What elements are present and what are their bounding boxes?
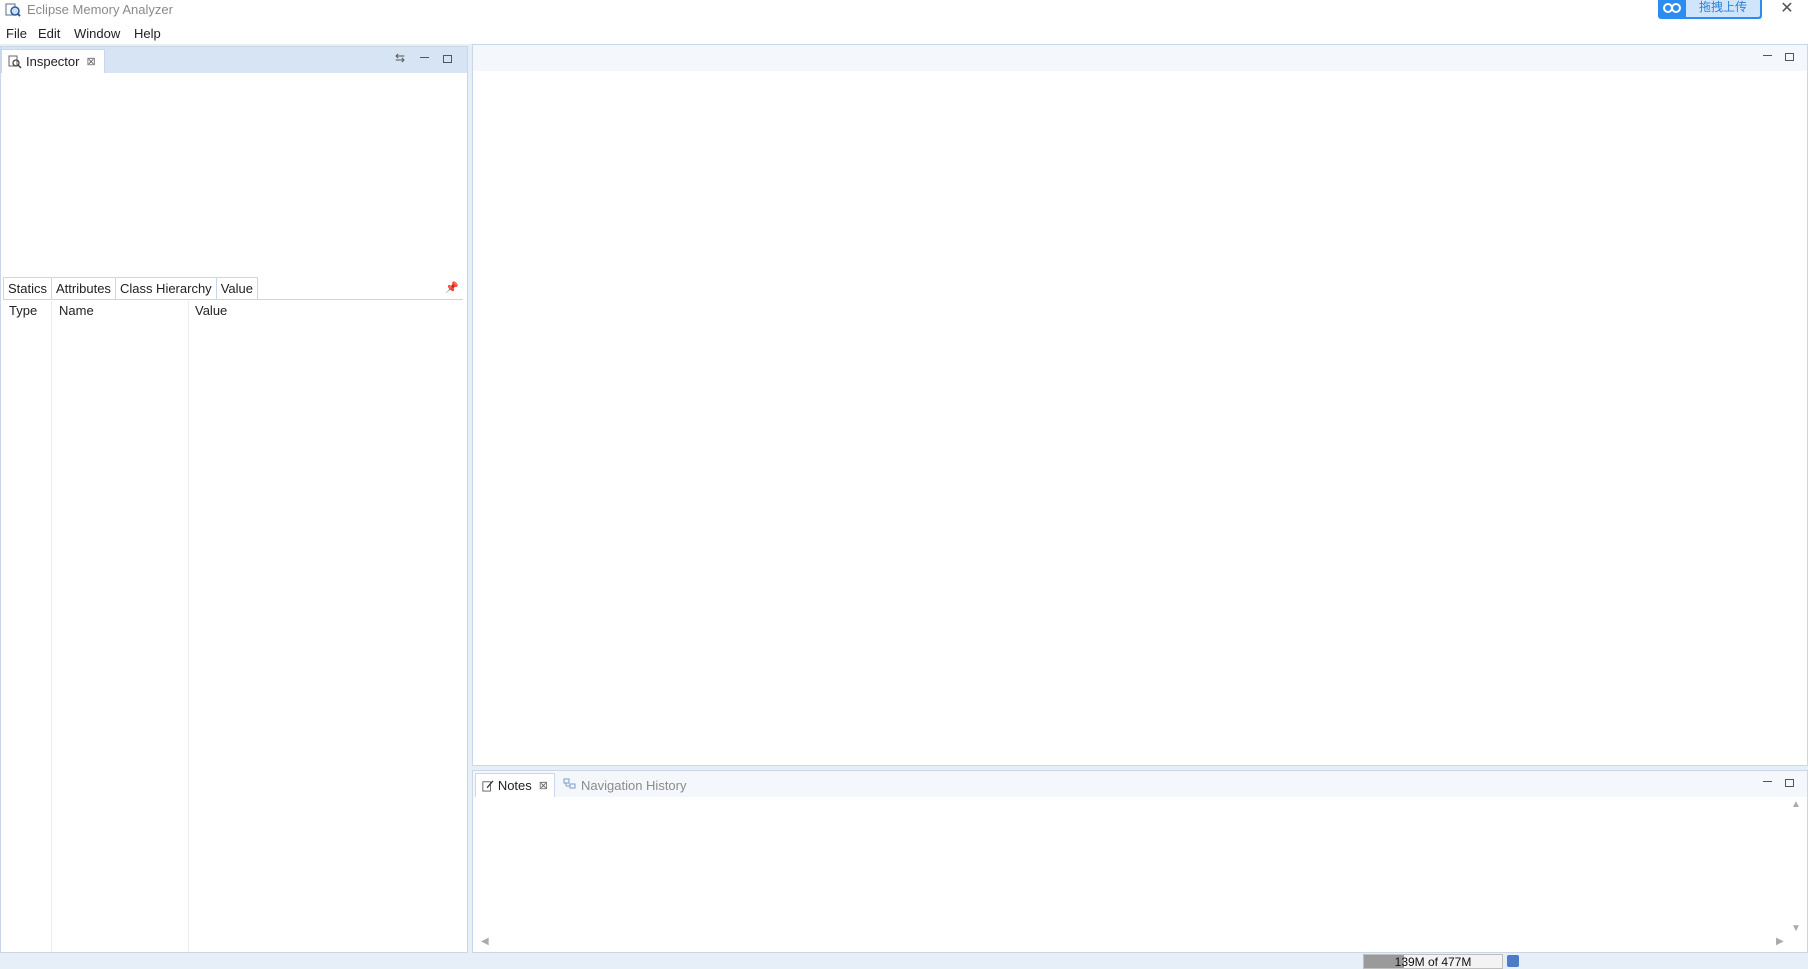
notes-tabbar: Notes ⊠ Navigation History — [473, 771, 1807, 797]
column-value[interactable]: Value — [195, 303, 227, 318]
statics-table-header: Type Name Value — [3, 299, 463, 320]
subtab-value[interactable]: Value — [215, 277, 258, 300]
close-window-button[interactable]: ✕ — [1776, 0, 1798, 20]
cloud-logo-icon — [1658, 0, 1686, 19]
minimize-icon[interactable] — [1763, 781, 1772, 782]
window-title: Eclipse Memory Analyzer — [27, 2, 173, 17]
tab-notes[interactable]: Notes ⊠ — [475, 773, 555, 797]
editor-tabbar — [473, 45, 1807, 71]
menu-help[interactable]: Help — [134, 26, 161, 41]
column-divider — [51, 301, 52, 952]
minimize-icon[interactable] — [420, 57, 429, 58]
editor-area — [472, 44, 1808, 766]
scroll-right-icon[interactable]: ▶ — [1776, 936, 1784, 947]
inspector-subtabs: Statics Attributes Class Hierarchy Value — [3, 277, 258, 300]
menu-edit[interactable]: Edit — [38, 26, 60, 41]
notes-icon — [482, 780, 494, 791]
maximize-icon[interactable] — [443, 55, 452, 63]
title-bar: Eclipse Memory Analyzer 拖拽上传 ✕ — [0, 0, 1808, 22]
column-type[interactable]: Type — [9, 303, 37, 318]
tab-inspector-label: Inspector — [26, 54, 80, 69]
close-icon[interactable]: ⊠ — [539, 779, 548, 792]
heap-usage-bar: 139M of 477M — [1363, 954, 1503, 969]
menu-window[interactable]: Window — [74, 26, 120, 41]
link-with-editor-icon[interactable]: ⇆ — [393, 52, 407, 66]
maximize-icon[interactable] — [1785, 53, 1794, 61]
upload-button-label: 拖拽上传 — [1686, 0, 1760, 17]
garbage-collect-icon[interactable] — [1507, 955, 1519, 967]
inspector-panel: Inspector ⊠ ⇆ Statics Attributes Class H… — [0, 46, 468, 953]
tab-navigation-history[interactable]: Navigation History — [563, 773, 687, 797]
menu-file[interactable]: File — [6, 26, 27, 41]
scroll-left-icon[interactable]: ◀ — [481, 936, 489, 947]
upload-button[interactable]: 拖拽上传 — [1658, 0, 1762, 19]
column-divider — [188, 301, 189, 952]
heap-status: 139M of 477M — [1360, 954, 1520, 969]
pin-icon[interactable]: 📌 — [445, 281, 459, 294]
memory-analyzer-icon — [5, 3, 21, 17]
scroll-down-icon[interactable]: ▼ — [1791, 923, 1801, 934]
scroll-up-icon[interactable]: ▲ — [1791, 799, 1801, 810]
navigation-history-icon — [563, 778, 576, 789]
column-name[interactable]: Name — [59, 303, 94, 318]
close-icon[interactable]: ⊠ — [86, 55, 95, 68]
tab-navigation-history-label: Navigation History — [581, 777, 687, 793]
workbench: Inspector ⊠ ⇆ Statics Attributes Class H… — [0, 44, 1808, 969]
menu-bar: File Edit Window Help — [0, 22, 1808, 44]
tab-inspector[interactable]: Inspector ⊠ — [1, 49, 105, 73]
inspector-tabbar: Inspector ⊠ ⇆ — [1, 47, 467, 73]
notes-text-area[interactable] — [475, 798, 1791, 935]
tab-notes-label: Notes — [497, 778, 532, 793]
inspector-icon — [8, 55, 22, 69]
subtab-class-hierarchy[interactable]: Class Hierarchy — [114, 277, 217, 300]
minimize-icon[interactable] — [1763, 55, 1772, 56]
subtab-statics[interactable]: Statics — [3, 277, 53, 300]
subtab-attributes[interactable]: Attributes — [51, 277, 116, 300]
notes-panel: Notes ⊠ Navigation History ▲ ▼ ◀ ▶ — [472, 770, 1808, 953]
heap-usage-label: 139M of 477M — [1394, 955, 1472, 969]
maximize-icon[interactable] — [1785, 779, 1794, 787]
